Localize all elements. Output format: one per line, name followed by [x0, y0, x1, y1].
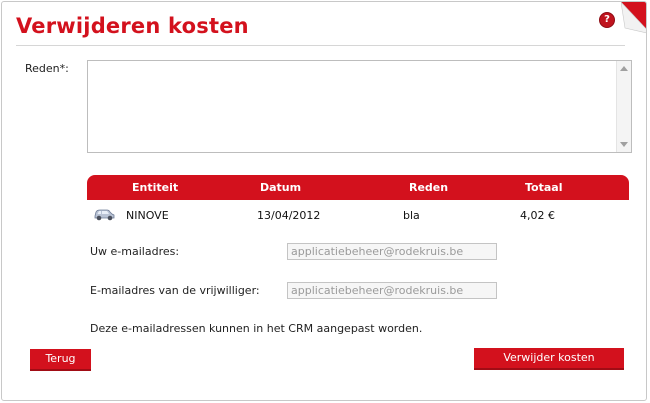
volunteer-email-label: E-mailadres van de vrijwilliger: [90, 284, 260, 297]
back-button[interactable]: Terug [30, 349, 91, 371]
crm-note: Deze e-mailadressen kunnen in het CRM aa… [90, 322, 423, 335]
column-header-total: Totaal [525, 181, 563, 194]
column-header-date: Datum [260, 181, 302, 194]
reason-textarea[interactable] [88, 61, 616, 152]
email-label: Uw e-mailadres: [90, 245, 180, 258]
costs-table-header: Entiteit Datum Reden Totaal [87, 175, 629, 200]
reason-field [87, 60, 632, 153]
column-header-entity: Entiteit [132, 181, 179, 194]
page-curl-icon [621, 2, 646, 34]
title-divider [16, 45, 625, 46]
help-icon[interactable]: ? [599, 12, 615, 28]
page-title: Verwijderen kosten [16, 14, 249, 38]
email-field[interactable]: applicatiebeheer@rodekruis.be [287, 243, 497, 260]
delete-costs-dialog: Verwijderen kosten ? Reden*: Entiteit Da… [1, 1, 647, 401]
cell-entity: NINOVE [126, 209, 169, 222]
scroll-down-icon[interactable] [620, 142, 628, 147]
car-icon [94, 209, 115, 221]
cell-reason: bla [403, 209, 420, 222]
column-header-reason: Reden [409, 181, 449, 194]
delete-costs-button[interactable]: Verwijder kosten [474, 348, 624, 370]
reason-label: Reden*: [25, 62, 69, 75]
cell-total: 4,02 € [520, 209, 555, 222]
cell-date: 13/04/2012 [257, 209, 321, 222]
scroll-up-icon[interactable] [620, 66, 628, 71]
volunteer-email-field[interactable]: applicatiebeheer@rodekruis.be [287, 282, 497, 299]
reason-scrollbar[interactable] [616, 61, 631, 152]
table-row: NINOVE 13/04/2012 bla 4,02 € [87, 202, 629, 226]
